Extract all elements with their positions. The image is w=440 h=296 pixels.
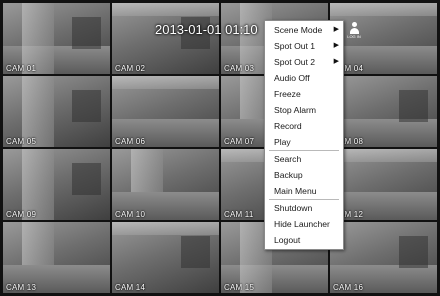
camera-tile[interactable]: CAM 02	[112, 3, 219, 74]
camera-tile[interactable]: CAM 12	[330, 149, 437, 220]
camera-tile[interactable]: CAM 01	[3, 3, 110, 74]
submenu-arrow-icon: ▶	[333, 26, 339, 33]
menu-item-stop-alarm[interactable]: Stop Alarm	[265, 102, 343, 118]
camera-label: CAM 16	[333, 283, 364, 292]
camera-label: CAM 13	[6, 283, 37, 292]
camera-tile[interactable]: CAM 14	[112, 222, 219, 293]
camera-label: CAM 01	[6, 64, 37, 73]
camera-tile[interactable]: CAM 06	[112, 76, 219, 147]
menu-item-play[interactable]: Play	[265, 134, 343, 150]
login-label: LOG IN	[347, 34, 361, 39]
menu-item-main-menu[interactable]: Main Menu	[265, 183, 343, 199]
camera-tile[interactable]: CAM 16	[330, 222, 437, 293]
camera-label: CAM 05	[6, 137, 37, 146]
camera-label: CAM 15	[224, 283, 255, 292]
menu-item-audio-off[interactable]: Audio Off	[265, 70, 343, 86]
camera-label: CAM 03	[224, 64, 255, 73]
camera-tile[interactable]: CAM 05	[3, 76, 110, 147]
camera-tile[interactable]: CAM 08	[330, 76, 437, 147]
menu-item-backup[interactable]: Backup	[265, 167, 343, 183]
menu-item-shutdown[interactable]: Shutdown	[265, 200, 343, 216]
user-icon	[349, 22, 359, 34]
camera-label: CAM 06	[115, 137, 146, 146]
menu-item-search[interactable]: Search	[265, 151, 343, 167]
menu-item-spot-out-1[interactable]: Spot Out 1 ▶	[265, 38, 343, 54]
menu-item-spot-out-2[interactable]: Spot Out 2 ▶	[265, 54, 343, 70]
camera-label: CAM 07	[224, 137, 255, 146]
camera-label: CAM 14	[115, 283, 146, 292]
camera-label: CAM 02	[115, 64, 146, 73]
camera-tile[interactable]: CAM 10	[112, 149, 219, 220]
camera-label: CAM 11	[224, 210, 254, 219]
camera-label: CAM 10	[115, 210, 146, 219]
menu-item-hide-launcher[interactable]: Hide Launcher	[265, 216, 343, 232]
menu-item-freeze[interactable]: Freeze	[265, 86, 343, 102]
submenu-arrow-icon: ▶	[333, 58, 339, 65]
camera-grid: CAM 01 CAM 02 CAM 03 CAM 04 CAM 05 CAM 0…	[3, 3, 437, 293]
menu-item-record[interactable]: Record	[265, 118, 343, 134]
camera-label: CAM 09	[6, 210, 37, 219]
submenu-arrow-icon: ▶	[333, 42, 339, 49]
camera-tile[interactable]: CAM 13	[3, 222, 110, 293]
timestamp: 2013-01-01 01:10	[155, 22, 258, 37]
context-menu: Scene Mode ▶ Spot Out 1 ▶ Spot Out 2 ▶ Audi…	[264, 20, 344, 250]
camera-tile[interactable]: CAM 09	[3, 149, 110, 220]
login-button[interactable]: LOG IN	[343, 22, 365, 42]
menu-item-logout[interactable]: Logout	[265, 232, 343, 248]
menu-item-scene-mode[interactable]: Scene Mode ▶	[265, 22, 343, 38]
